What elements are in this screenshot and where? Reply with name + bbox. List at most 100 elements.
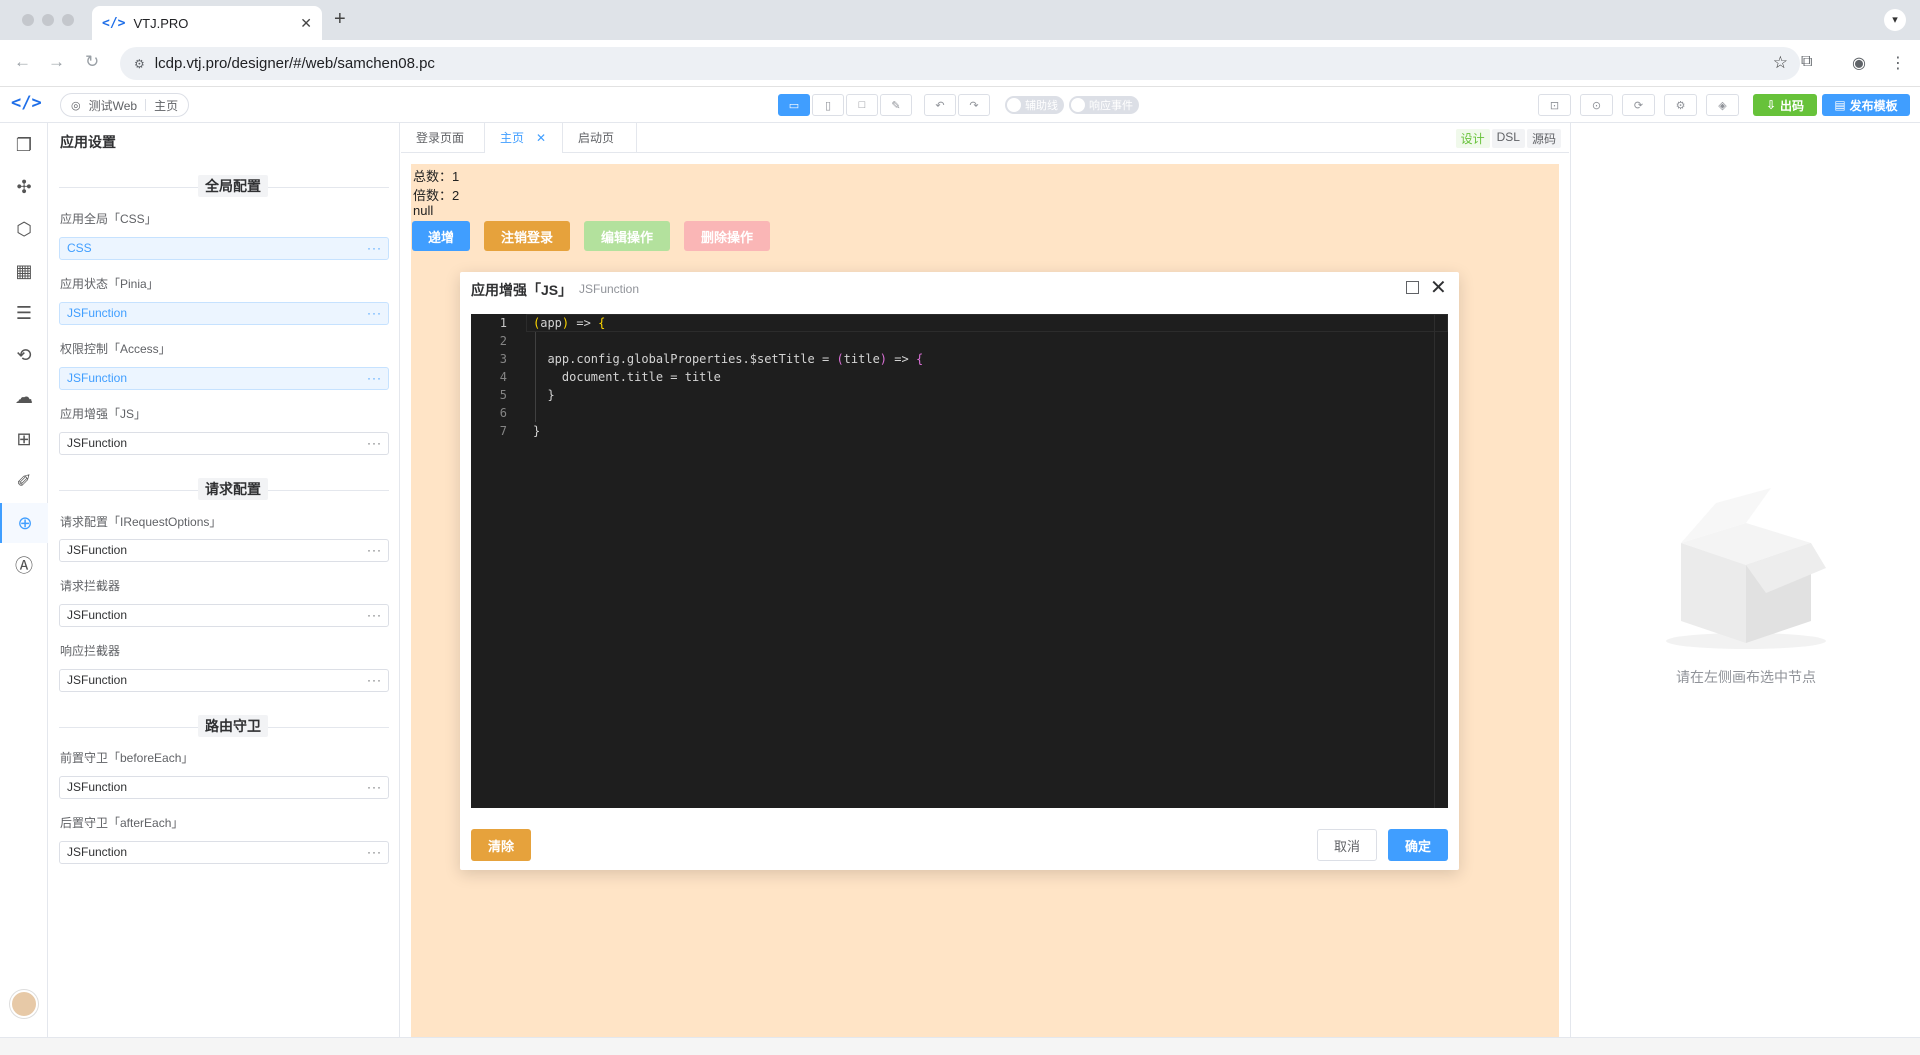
code-line: 7 } xyxy=(471,422,1431,440)
lock-icon[interactable]: ⊡ xyxy=(1538,94,1571,116)
response-interceptor-field[interactable]: JSFunction ··· xyxy=(59,669,389,692)
layout-icon[interactable]: ▦ xyxy=(0,251,48,291)
breadcrumb-project[interactable]: 测试Web xyxy=(89,97,137,114)
access-field[interactable]: JSFunction ··· xyxy=(59,367,389,390)
request-interceptor-field[interactable]: JSFunction ··· xyxy=(59,604,389,627)
increment-button[interactable]: 递增 xyxy=(412,221,470,251)
after-each-field[interactable]: JSFunction ··· xyxy=(59,841,389,864)
redo-icon[interactable]: ↷ xyxy=(958,94,990,116)
css-field-value: CSS xyxy=(67,241,92,255)
mobile-view-icon[interactable]: ▯ xyxy=(812,94,844,116)
browser-tab[interactable]: </> VTJ.PRO ✕ xyxy=(92,6,322,40)
global-settings-icon[interactable]: ⊕ xyxy=(0,503,48,543)
breadcrumb-page[interactable]: 主页 xyxy=(154,97,178,114)
window-zoom-dot[interactable] xyxy=(62,14,74,26)
code-line: 4 document.title = title xyxy=(471,368,1431,386)
site-settings-icon[interactable]: ⚙ xyxy=(134,57,145,71)
tab-splash[interactable]: 启动页 xyxy=(563,123,637,153)
more-icon[interactable]: ··· xyxy=(367,540,382,561)
line-number: 3 xyxy=(499,352,507,366)
breadcrumb[interactable]: ◎ 测试Web 主页 xyxy=(60,93,190,117)
desktop-view-icon[interactable]: ▭ xyxy=(778,94,810,116)
code-editor[interactable]: 1 (app) => { 2 3 app.config.globalProper… xyxy=(471,314,1448,808)
window-minimize-dot[interactable] xyxy=(42,14,54,26)
device-toolbar: ▭ ▯ □ ✎ ↶ ↷ xyxy=(778,94,990,116)
more-icon[interactable]: ··· xyxy=(367,238,382,259)
ai-icon[interactable]: ◈ xyxy=(1706,94,1739,116)
window-close-dot[interactable] xyxy=(22,14,34,26)
tab-close-icon[interactable]: ✕ xyxy=(300,15,312,32)
delete-action-button[interactable]: 删除操作 xyxy=(684,221,770,251)
bookmark-star-icon[interactable]: ☆ xyxy=(1773,53,1788,73)
forward-arrow-icon[interactable]: → xyxy=(48,52,65,72)
field-label-js: 应用增强「JS」 xyxy=(60,407,147,421)
line-number: 1 xyxy=(499,316,507,330)
code-text: } xyxy=(533,424,541,438)
project-icon: ◎ xyxy=(71,99,81,112)
confirm-button[interactable]: 确定 xyxy=(1388,829,1448,861)
tab-search-chevron-icon[interactable]: ▾ xyxy=(1884,9,1906,31)
section-divider-request: 请求配置 xyxy=(59,478,389,500)
publish-template-button[interactable]: ▤ 发布模板 xyxy=(1822,94,1910,116)
vtj-favicon-icon: </> xyxy=(102,15,126,31)
maximize-icon[interactable] xyxy=(1406,281,1419,294)
settings-gear-icon[interactable]: ⚙ xyxy=(1664,94,1697,116)
events-switch[interactable]: 响应事件 xyxy=(1069,96,1139,114)
tablet-view-icon[interactable]: □ xyxy=(846,94,878,116)
refresh-icon[interactable]: ⟳ xyxy=(1622,94,1655,116)
more-icon[interactable]: ··· xyxy=(367,605,382,626)
js-field[interactable]: JSFunction ··· xyxy=(59,432,389,455)
more-icon[interactable]: ··· xyxy=(367,368,382,389)
mode-source[interactable]: 源码 xyxy=(1526,129,1561,148)
before-each-field[interactable]: JSFunction ··· xyxy=(59,776,389,799)
browser-menu-icon[interactable]: ⋮ xyxy=(1890,53,1906,73)
logout-button[interactable]: 注销登录 xyxy=(484,221,570,251)
close-icon[interactable]: ✕ xyxy=(1430,275,1447,300)
tab-home[interactable]: 主页 ✕ xyxy=(485,123,563,153)
tab-close-icon[interactable]: ✕ xyxy=(536,131,546,145)
pinia-field[interactable]: JSFunction ··· xyxy=(59,302,389,325)
field-label-request-options: 请求配置「IRequestOptions」 xyxy=(60,515,222,529)
blocks-cube-icon[interactable]: ⬡ xyxy=(0,209,48,249)
edit-action-button[interactable]: 编辑操作 xyxy=(584,221,670,251)
apps-grid-icon[interactable]: ⊞ xyxy=(0,419,48,459)
new-tab-button[interactable]: + xyxy=(334,8,346,31)
more-icon[interactable]: ··· xyxy=(367,303,382,324)
extensions-puzzle-icon[interactable]: ⧉ xyxy=(1801,53,1812,71)
cancel-button[interactable]: 取消 xyxy=(1317,829,1377,861)
outline-list-icon[interactable]: ☰ xyxy=(0,293,48,333)
more-icon[interactable]: ··· xyxy=(367,433,382,454)
field-label-pinia: 应用状态「Pinia」 xyxy=(60,277,159,291)
activity-bar: ❐ ✣ ⬡ ▦ ☰ ⟲ ☁ ⊞ ✐ ⊕ Ⓐ xyxy=(0,123,48,1037)
preview-icon[interactable]: ⊙ xyxy=(1580,94,1613,116)
export-code-button[interactable]: ⇩ 出码 xyxy=(1753,94,1817,116)
field-label-before-each: 前置守卫「beforeEach」 xyxy=(60,751,194,765)
ai-assistant-icon[interactable]: Ⓐ xyxy=(0,545,48,585)
guides-switch[interactable]: 辅助线 xyxy=(1005,96,1064,114)
reload-icon[interactable]: ↻ xyxy=(85,52,99,72)
more-icon[interactable]: ··· xyxy=(367,670,382,691)
back-arrow-icon[interactable]: ← xyxy=(14,52,31,72)
avatar[interactable] xyxy=(10,990,38,1018)
more-icon[interactable]: ··· xyxy=(367,842,382,863)
components-puzzle-icon[interactable]: ✣ xyxy=(0,167,48,207)
pages-icon[interactable]: ❐ xyxy=(0,125,48,165)
css-field[interactable]: CSS ··· xyxy=(59,237,389,260)
more-icon[interactable]: ··· xyxy=(367,777,382,798)
edit-pen-icon[interactable]: ✎ xyxy=(880,94,912,116)
history-icon[interactable]: ⟲ xyxy=(0,335,48,375)
profile-icon[interactable]: ◉ xyxy=(1852,53,1866,73)
view-mode-switch: 设计 DSL 源码 xyxy=(1455,129,1561,148)
docs-edit-icon[interactable]: ✐ xyxy=(0,461,48,501)
url-input[interactable]: ⚙ lcdp.vtj.pro/designer/#/web/samchen08.… xyxy=(120,47,1800,80)
line-number: 6 xyxy=(499,406,507,420)
mode-dsl[interactable]: DSL xyxy=(1491,129,1525,148)
mode-design[interactable]: 设计 xyxy=(1455,129,1490,148)
undo-icon[interactable]: ↶ xyxy=(924,94,956,116)
tab-login-page[interactable]: 登录页面 xyxy=(401,123,485,153)
vtj-logo-icon[interactable]: </> xyxy=(11,93,42,113)
download-icon: ⇩ xyxy=(1765,98,1777,112)
request-options-field[interactable]: JSFunction ··· xyxy=(59,539,389,562)
api-cloud-icon[interactable]: ☁ xyxy=(0,377,48,417)
clear-button[interactable]: 清除 xyxy=(471,829,531,861)
